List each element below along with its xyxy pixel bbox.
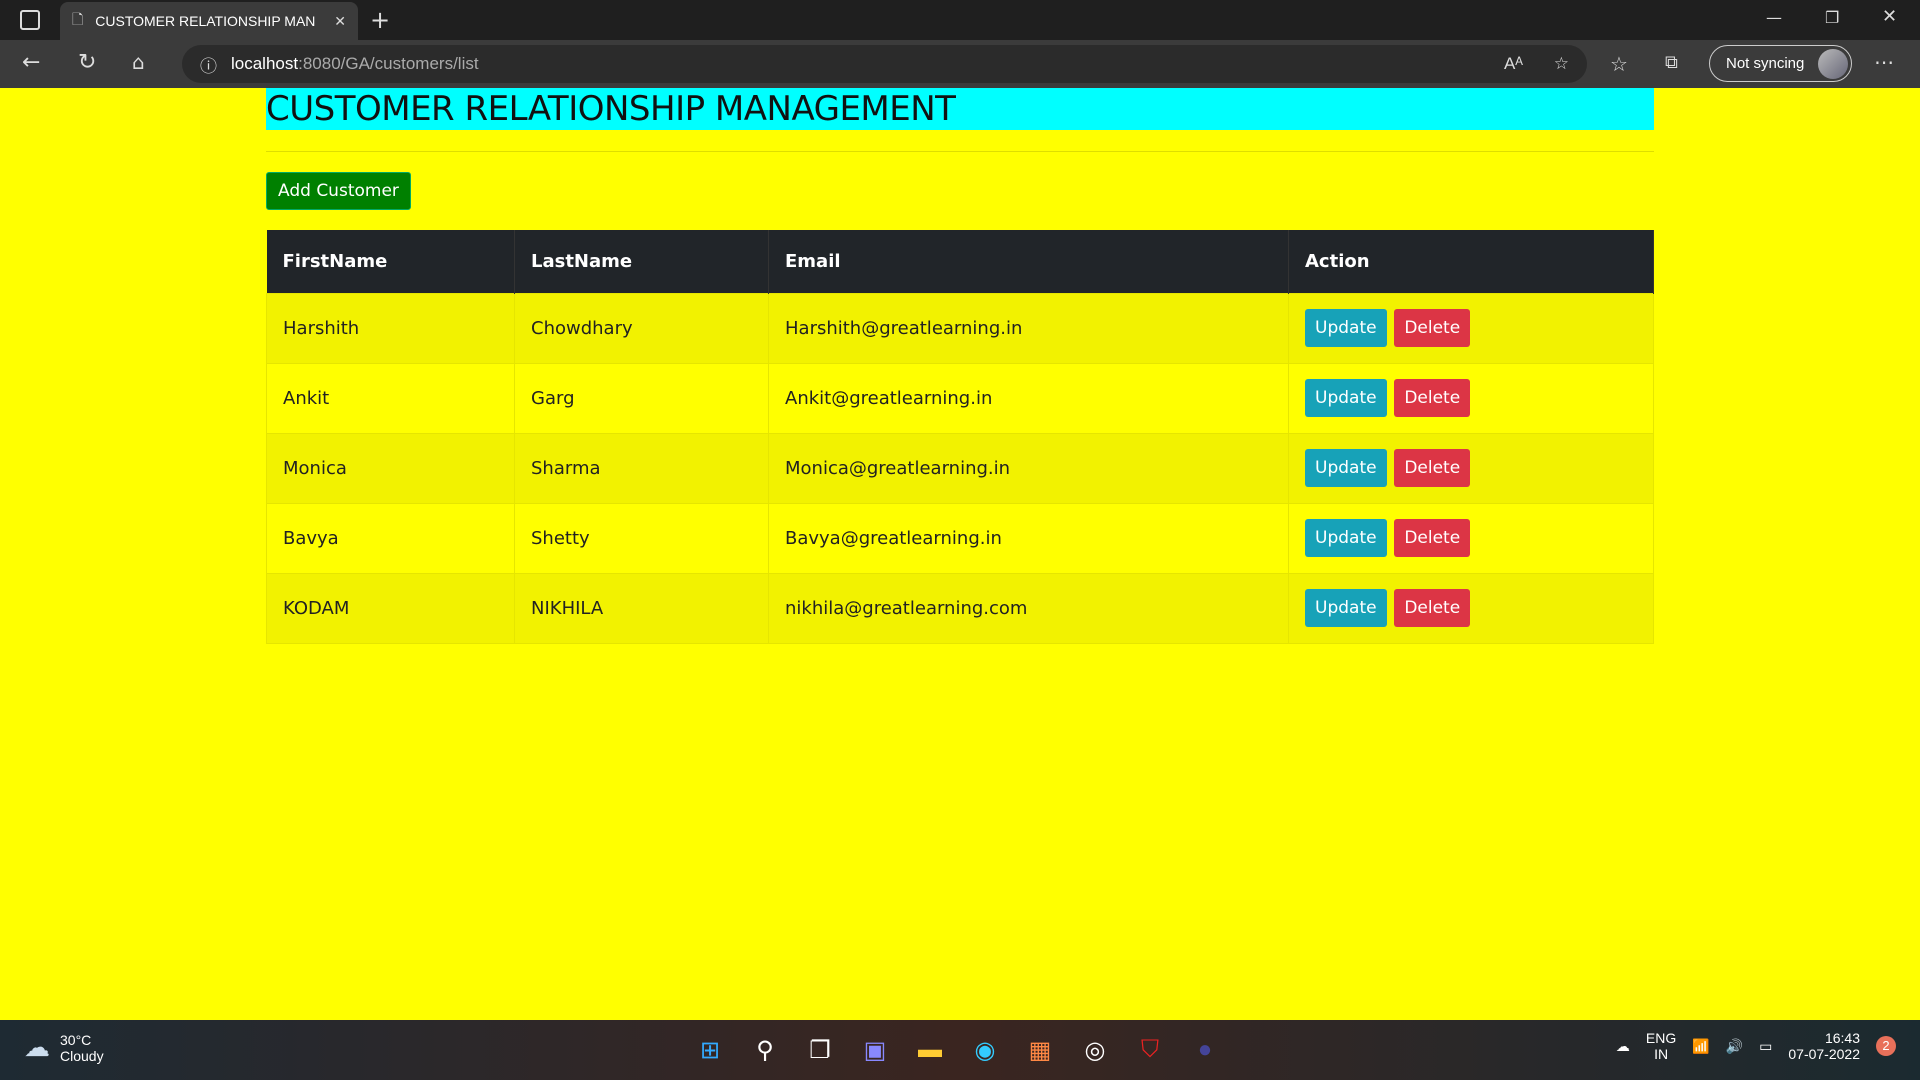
address-bar: ← ↻ ⌂ ⓘ localhost:8080/GA/customers/list… bbox=[0, 40, 1920, 88]
add-customer-button[interactable]: Add Customer bbox=[266, 172, 411, 210]
avatar bbox=[1818, 49, 1848, 79]
close-window-icon[interactable]: ✕ bbox=[1882, 6, 1897, 27]
page-title: CUSTOMER RELATIONSHIP MANAGEMENT bbox=[266, 88, 1654, 130]
minimize-icon[interactable]: — bbox=[1766, 8, 1782, 27]
update-button[interactable]: Update bbox=[1305, 309, 1387, 347]
cell-lastname: Chowdhary bbox=[514, 292, 769, 364]
refresh-icon[interactable]: ↻ bbox=[78, 50, 96, 75]
volume-icon[interactable]: 🔊 bbox=[1726, 1038, 1743, 1055]
customers-table: FirstName LastName Email Action Harshith… bbox=[266, 230, 1654, 644]
more-icon[interactable]: ⋯ bbox=[1874, 50, 1894, 74]
weather-widget[interactable]: ☁ 30°C Cloudy bbox=[24, 1032, 104, 1064]
cell-email: nikhila@greatlearning.com bbox=[768, 572, 1289, 644]
notification-badge[interactable]: 2 bbox=[1876, 1036, 1896, 1056]
cloud-icon: ☁ bbox=[24, 1032, 50, 1062]
favorites-icon[interactable]: ☆ bbox=[1610, 52, 1628, 76]
read-aloud-icon[interactable]: Aᴬ bbox=[1504, 54, 1523, 74]
main-content: CUSTOMER RELATIONSHIP MANAGEMENT Add Cus… bbox=[266, 88, 1654, 644]
delete-button[interactable]: Delete bbox=[1394, 519, 1471, 557]
cell-email: Bavya@greatlearning.in bbox=[768, 502, 1289, 574]
taskbar: ☁ 30°C Cloudy ⊞ ⚲ ❐ ▣ ▬ ◉ ▦ ◎ ⛉ ● ☁ ENG IN… bbox=[0, 1020, 1920, 1080]
table-row: KODAM NIKHILA nikhila@greatlearning.com … bbox=[266, 572, 1654, 644]
update-button[interactable]: Update bbox=[1305, 449, 1387, 487]
search-icon[interactable]: ⚲ bbox=[747, 1032, 783, 1068]
cell-action: Update Delete bbox=[1288, 502, 1654, 574]
table-row: Monica Sharma Monica@greatlearning.in Up… bbox=[266, 432, 1654, 504]
store-icon[interactable]: ▦ bbox=[1022, 1032, 1058, 1068]
cell-email: Monica@greatlearning.in bbox=[768, 432, 1289, 504]
column-header-firstname: FirstName bbox=[266, 230, 515, 293]
cell-email: Harshith@greatlearning.in bbox=[768, 292, 1289, 364]
close-tab-icon[interactable]: ✕ bbox=[334, 13, 346, 30]
onedrive-icon[interactable]: ☁ bbox=[1616, 1038, 1630, 1055]
table-row: Bavya Shetty Bavya@greatlearning.in Upda… bbox=[266, 502, 1654, 574]
profile-sync-button[interactable]: Not syncing bbox=[1709, 45, 1852, 82]
cell-firstname: Harshith bbox=[266, 292, 515, 364]
cell-action: Update Delete bbox=[1288, 572, 1654, 644]
delete-button[interactable]: Delete bbox=[1394, 449, 1471, 487]
cell-lastname: Shetty bbox=[514, 502, 769, 574]
cell-lastname: Sharma bbox=[514, 432, 769, 504]
cell-firstname: Bavya bbox=[266, 502, 515, 574]
table-row: Harshith Chowdhary Harshith@greatlearnin… bbox=[266, 292, 1654, 364]
cell-firstname: KODAM bbox=[266, 572, 515, 644]
table-row: Ankit Garg Ankit@greatlearning.in Update… bbox=[266, 362, 1654, 434]
update-button[interactable]: Update bbox=[1305, 379, 1387, 417]
cell-action: Update Delete bbox=[1288, 432, 1654, 504]
browser-tab-bar: 🗋 CUSTOMER RELATIONSHIP MAN ✕ + — ❐ ✕ bbox=[0, 0, 1920, 40]
new-tab-icon[interactable]: + bbox=[370, 6, 390, 34]
task-view-icon[interactable]: ❐ bbox=[802, 1032, 838, 1068]
add-favorite-icon[interactable]: ☆ bbox=[1554, 54, 1569, 74]
clock[interactable]: 16:43 07-07-2022 bbox=[1788, 1030, 1860, 1062]
wifi-icon[interactable]: 📶 bbox=[1692, 1038, 1709, 1055]
cell-firstname: Monica bbox=[266, 432, 515, 504]
collections-icon[interactable]: ⧉ bbox=[1665, 52, 1678, 73]
start-icon[interactable]: ⊞ bbox=[692, 1032, 728, 1068]
column-header-action: Action bbox=[1288, 230, 1654, 293]
delete-button[interactable]: Delete bbox=[1394, 379, 1471, 417]
delete-button[interactable]: Delete bbox=[1394, 309, 1471, 347]
info-icon[interactable]: ⓘ bbox=[200, 52, 217, 77]
cell-action: Update Delete bbox=[1288, 362, 1654, 434]
update-button[interactable]: Update bbox=[1305, 589, 1387, 627]
divider bbox=[266, 151, 1654, 152]
column-header-email: Email bbox=[768, 230, 1289, 293]
teams-icon[interactable]: ▣ bbox=[857, 1032, 893, 1068]
cell-action: Update Delete bbox=[1288, 292, 1654, 364]
file-explorer-icon[interactable]: ▬ bbox=[912, 1032, 948, 1068]
back-icon[interactable]: ← bbox=[22, 50, 40, 75]
cell-lastname: Garg bbox=[514, 362, 769, 434]
mcafee-icon[interactable]: ⛉ bbox=[1132, 1032, 1168, 1068]
restore-icon[interactable]: ❐ bbox=[1825, 8, 1839, 27]
language-indicator[interactable]: ENG IN bbox=[1646, 1030, 1676, 1062]
column-header-lastname: LastName bbox=[514, 230, 769, 293]
dell-icon[interactable]: ◎ bbox=[1077, 1032, 1113, 1068]
battery-icon[interactable]: ▭ bbox=[1759, 1038, 1772, 1055]
url-field[interactable]: ⓘ localhost:8080/GA/customers/list Aᴬ ☆ bbox=[182, 45, 1587, 83]
home-icon[interactable]: ⌂ bbox=[132, 50, 145, 74]
cell-firstname: Ankit bbox=[266, 362, 515, 434]
eclipse-icon[interactable]: ● bbox=[1187, 1032, 1223, 1068]
page-icon: 🗋 bbox=[72, 11, 84, 27]
browser-tab[interactable]: 🗋 CUSTOMER RELATIONSHIP MAN ✕ bbox=[60, 2, 358, 40]
cell-lastname: NIKHILA bbox=[514, 572, 769, 644]
tab-actions-icon[interactable] bbox=[20, 10, 40, 30]
update-button[interactable]: Update bbox=[1305, 519, 1387, 557]
delete-button[interactable]: Delete bbox=[1394, 589, 1471, 627]
cell-email: Ankit@greatlearning.in bbox=[768, 362, 1289, 434]
edge-icon[interactable]: ◉ bbox=[967, 1032, 1003, 1068]
